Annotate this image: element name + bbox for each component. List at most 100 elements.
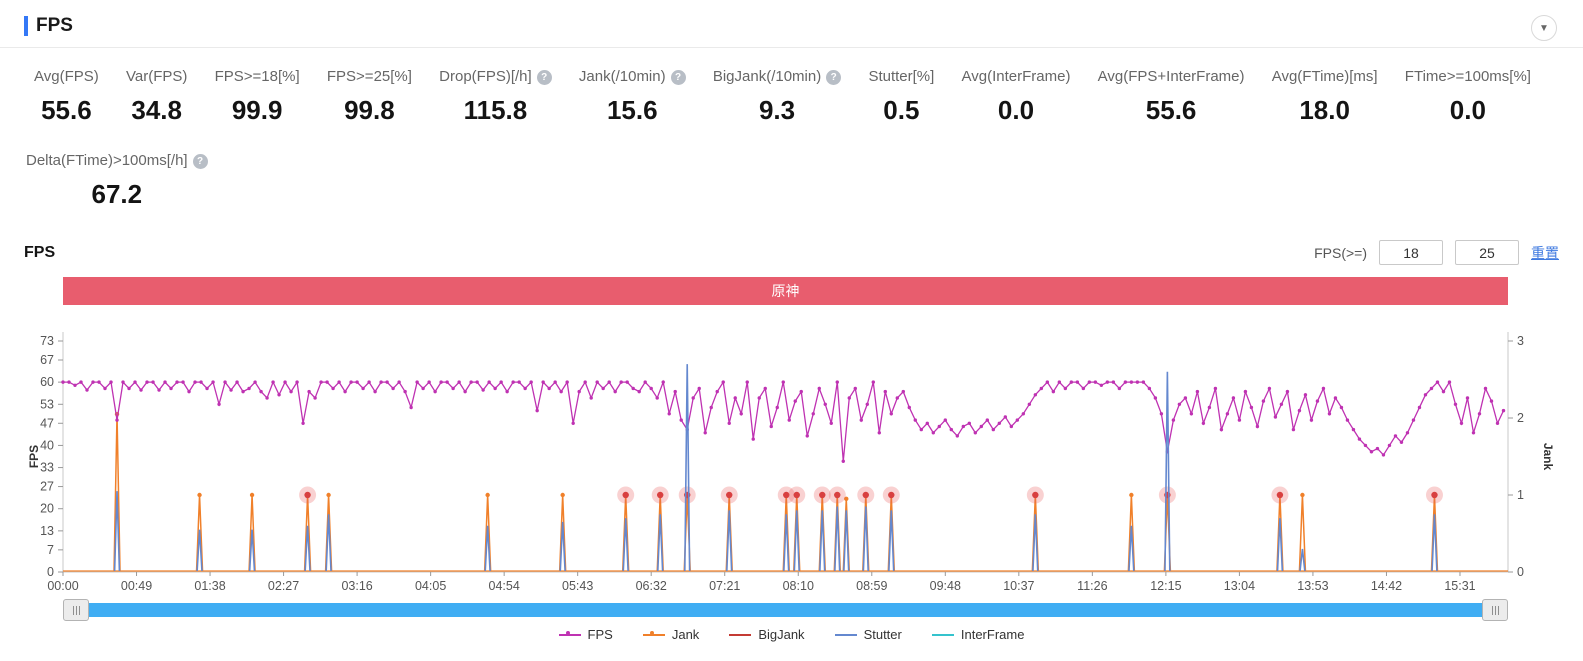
svg-text:73: 73: [40, 334, 54, 348]
stat-label: Stutter[%]: [868, 68, 935, 85]
title-accent-bar: [24, 16, 28, 36]
svg-text:07:21: 07:21: [709, 579, 740, 593]
reset-link[interactable]: 重置: [1531, 243, 1559, 263]
legend-item-fps[interactable]: FPS: [558, 627, 613, 642]
svg-text:53: 53: [40, 397, 54, 411]
svg-text:Jank: Jank: [1541, 443, 1555, 471]
svg-text:11:26: 11:26: [1077, 579, 1107, 593]
chevron-down-icon: ▼: [1539, 22, 1549, 34]
legend-label: BigJank: [758, 627, 805, 642]
legend-label: Stutter: [863, 627, 902, 642]
svg-text:67: 67: [40, 353, 54, 367]
collapse-button[interactable]: ▼: [1531, 15, 1557, 41]
stat-label: Jank(/10min)?: [579, 68, 686, 85]
stat-drop-fps: Drop(FPS)[/h]? 115.8: [439, 68, 552, 126]
legend-item-bigjank[interactable]: BigJank: [729, 627, 805, 642]
help-icon[interactable]: ?: [192, 154, 208, 169]
svg-text:3: 3: [1517, 334, 1524, 348]
svg-text:08:59: 08:59: [856, 579, 887, 593]
stat-label: Delta(FTime)>100ms[/h]?: [26, 152, 208, 169]
stat-var-fps: Var(FPS) 34.8: [126, 68, 187, 126]
svg-text:03:16: 03:16: [341, 579, 372, 593]
stat-label: Drop(FPS)[/h]?: [439, 68, 552, 85]
fps-threshold-input-2[interactable]: [1455, 240, 1519, 265]
stat-stutter: Stutter[%] 0.5: [868, 68, 934, 126]
stat-avg-fps: Avg(FPS) 55.6: [34, 68, 99, 126]
svg-text:60: 60: [40, 375, 54, 389]
legend-item-stutter[interactable]: Stutter: [834, 627, 902, 642]
svg-text:12:15: 12:15: [1150, 579, 1181, 593]
svg-text:27: 27: [40, 480, 54, 494]
stat-value: 0.0: [1449, 95, 1486, 125]
svg-text:05:43: 05:43: [562, 579, 593, 593]
stat-label: FPS>=18[%]: [214, 68, 300, 85]
legend-marker: [642, 630, 665, 636]
svg-text:06:32: 06:32: [636, 579, 667, 593]
svg-text:02:27: 02:27: [268, 579, 299, 593]
stat-value: 67.2: [91, 179, 143, 209]
stat-label: Avg(FPS): [34, 68, 99, 85]
svg-text:2: 2: [1517, 411, 1524, 425]
stat-value: 0.5: [883, 95, 920, 125]
stat-value: 15.6: [606, 95, 658, 125]
legend-marker: [834, 633, 857, 636]
svg-text:FPS: FPS: [27, 445, 41, 468]
svg-text:10:37: 10:37: [1003, 579, 1034, 593]
svg-text:20: 20: [40, 502, 54, 516]
stat-label: FTime>=100ms[%]: [1404, 68, 1531, 85]
stat-avg-fps-interframe: Avg(FPS+InterFrame) 55.6: [1098, 68, 1245, 126]
scrollbar-left-handle[interactable]: [63, 599, 89, 621]
stat-label: BigJank(/10min)?: [713, 68, 842, 85]
stat-value: 34.8: [131, 95, 182, 125]
svg-text:0: 0: [47, 565, 54, 579]
grip-lines-icon: [1491, 605, 1493, 615]
stat-label: FPS>=25[%]: [326, 68, 412, 85]
svg-text:00:49: 00:49: [121, 579, 152, 593]
stat-ftime-ge-100ms: FTime>=100ms[%] 0.0: [1405, 68, 1531, 126]
help-icon[interactable]: ?: [670, 70, 686, 85]
legend-item-interframe[interactable]: InterFrame: [931, 627, 1024, 642]
svg-text:0: 0: [1517, 565, 1524, 579]
fps-chart[interactable]: 7367605347403327201370321000:00 00:49 01:3…: [24, 317, 1559, 597]
svg-text:15:31: 15:31: [1444, 579, 1475, 593]
stat-value: 55.6: [41, 95, 92, 125]
stat-value: 0.0: [997, 95, 1035, 125]
stat-label: Avg(FTime)[ms]: [1271, 68, 1378, 85]
legend-label: Jank: [671, 627, 700, 642]
svg-text:40: 40: [40, 438, 54, 452]
svg-text:04:05: 04:05: [415, 579, 446, 593]
legend-marker: [729, 633, 752, 636]
help-icon[interactable]: ?: [826, 70, 842, 85]
legend-marker: [558, 630, 581, 636]
stat-label: Avg(FPS+InterFrame): [1097, 68, 1245, 85]
help-icon[interactable]: ?: [536, 70, 552, 85]
svg-text:47: 47: [40, 416, 54, 430]
chart-title: FPS: [24, 243, 56, 261]
svg-text:09:48: 09:48: [930, 579, 961, 593]
svg-text:13:04: 13:04: [1224, 579, 1255, 593]
svg-text:04:54: 04:54: [489, 579, 520, 593]
grip-lines-icon: [72, 605, 74, 615]
chart-legend: FPS Jank BigJank Stutter InterFrame: [24, 627, 1559, 642]
legend-item-jank[interactable]: Jank: [642, 627, 700, 642]
stat-value: 9.3: [758, 95, 796, 125]
scrollbar-right-handle[interactable]: [1482, 599, 1508, 621]
page-title: FPS: [36, 15, 73, 36]
svg-text:01:38: 01:38: [194, 579, 225, 593]
stat-avg-ftime: Avg(FTime)[ms] 18.0: [1272, 68, 1378, 126]
stat-fps-ge-18: FPS>=18[%] 99.9: [215, 68, 300, 126]
svg-text:13: 13: [40, 524, 54, 538]
svg-text:7: 7: [47, 543, 54, 557]
scrollbar-track[interactable]: [63, 603, 1508, 617]
svg-text:08:10: 08:10: [783, 579, 814, 593]
stat-avg-interframe: Avg(InterFrame) 0.0: [962, 68, 1071, 126]
section-header: FPS: [0, 0, 1583, 47]
fps-threshold-filter: FPS(>=) 重置: [1314, 240, 1559, 265]
stat-value: 99.9: [231, 95, 283, 125]
stats-row-1: Avg(FPS) 55.6 Var(FPS) 34.8 FPS>=18[%] 99.9 FP…: [0, 48, 1583, 126]
chart-scrollbar[interactable]: [63, 599, 1508, 621]
stat-value: 115.8: [463, 95, 528, 125]
svg-text:13:53: 13:53: [1297, 579, 1328, 593]
stats-row-2: Delta(FTime)>100ms[/h]? 67.2: [0, 126, 1583, 210]
fps-threshold-input-1[interactable]: [1379, 240, 1443, 265]
